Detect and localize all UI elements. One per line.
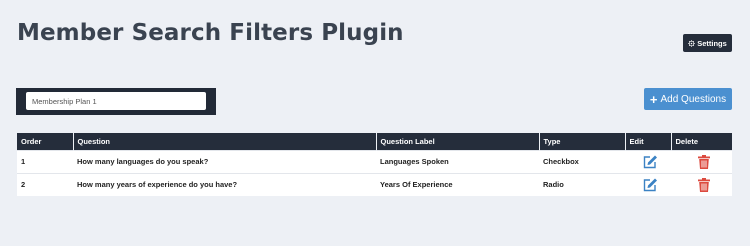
membership-plan-select[interactable]: Membership Plan 1 [26,92,206,110]
plus-icon: + [649,91,658,107]
trash-icon[interactable] [696,177,712,193]
gear-icon [688,39,695,47]
cell-type: Radio [539,172,625,196]
table-row: 2 How many years of experience do you ha… [17,172,732,196]
header-type: Type [538,133,625,150]
table-header-row: Order Question Question Label Type Edit … [17,133,732,150]
header-edit: Edit [624,133,671,150]
settings-label: Settings [697,38,727,48]
edit-icon[interactable] [642,177,658,193]
cell-type: Checkbox [539,149,625,173]
cell-delete [671,172,732,196]
header-question: Question [72,133,376,150]
cell-question-label: Languages Spoken [376,149,539,173]
plan-selector-bar: Membership Plan 1 [16,88,216,115]
cell-delete [671,149,732,173]
cell-order: 1 [17,149,73,173]
add-questions-button[interactable]: + Add Questions [644,88,732,110]
cell-edit [625,149,671,173]
trash-icon[interactable] [696,154,712,170]
page-title: Member Search Filters Plugin [17,20,404,46]
cell-edit [625,172,671,196]
header-order: Order [17,133,73,150]
table-row: 1 How many languages do you speak? Langu… [17,149,732,173]
add-questions-label: Add Questions [660,93,727,105]
cell-order: 2 [17,172,73,196]
edit-icon[interactable] [642,154,658,170]
cell-question: How many years of experience do you have… [73,172,376,196]
cell-question-label: Years Of Experience [376,172,539,196]
header-delete: Delete [670,133,732,150]
cell-question: How many languages do you speak? [73,149,376,173]
header-question-label: Question Label [375,133,539,150]
questions-table: Order Question Question Label Type Edit … [17,133,732,196]
settings-button[interactable]: Settings [683,34,732,52]
